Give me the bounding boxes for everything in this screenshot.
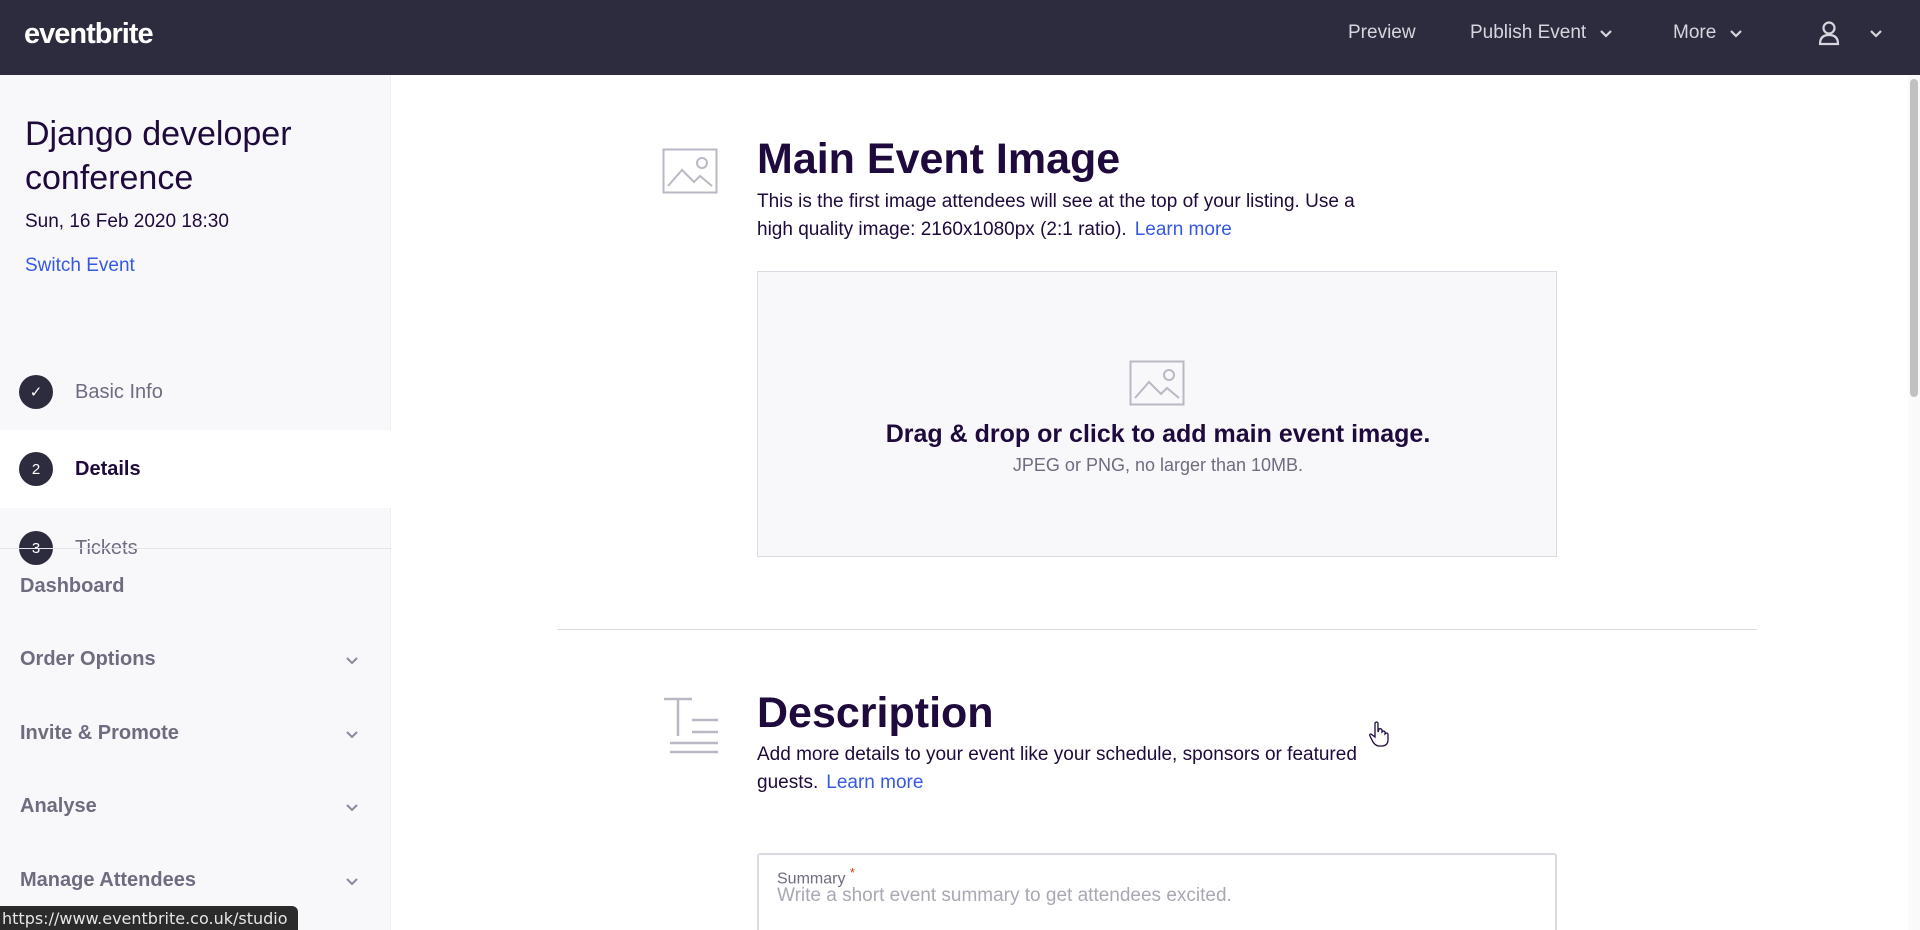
preview-button[interactable]: Preview <box>1348 22 1416 44</box>
chevron-down-icon <box>346 803 358 811</box>
sidebar-divider <box>0 548 391 549</box>
user-icon <box>1818 21 1840 46</box>
sidebar: Django developer conference Sun, 16 Feb … <box>0 75 391 930</box>
dropzone-subtitle: JPEG or PNG, no larger than 10MB. <box>1012 455 1304 475</box>
image-dropzone[interactable]: Drag & drop or click to add main event i… <box>757 271 1557 557</box>
step-label: Details <box>75 457 141 480</box>
chevron-down-icon <box>1870 30 1882 38</box>
image-icon <box>1129 360 1185 406</box>
description-text: This is the first image attendees will s… <box>757 191 1355 240</box>
main-event-image-description: This is the first image attendees will s… <box>757 188 1377 244</box>
event-date: Sun, 16 Feb 2020 18:30 <box>25 211 229 232</box>
sidebar-item-label: Dashboard <box>20 575 125 597</box>
step-details[interactable]: 2 Details <box>0 430 391 508</box>
status-bar-url: https://www.eventbrite.co.uk/studio <box>0 906 298 930</box>
description-title: Description <box>757 689 994 737</box>
chevron-down-icon <box>346 656 358 664</box>
chevron-down-icon <box>1730 30 1743 38</box>
publish-event-label: Publish Event <box>1470 22 1587 43</box>
sidebar-item-analyse[interactable]: Analyse <box>20 795 360 818</box>
section-divider <box>557 629 1757 630</box>
chevron-down-icon <box>346 730 358 738</box>
more-label: More <box>1673 22 1717 43</box>
switch-event-link[interactable]: Switch Event <box>25 255 135 277</box>
step-number: 2 <box>19 452 53 486</box>
eventbrite-logo[interactable]: eventbrite <box>24 18 154 51</box>
sidebar-item-manage-attendees[interactable]: Manage Attendees <box>20 869 360 892</box>
chevron-down-icon <box>1600 30 1612 38</box>
sidebar-item-dashboard[interactable]: Dashboard <box>20 575 360 598</box>
text-format-icon <box>664 697 718 754</box>
summary-input[interactable] <box>777 885 1537 907</box>
more-dropdown[interactable]: More <box>1673 22 1744 44</box>
sidebar-item-label: Manage Attendees <box>20 869 196 891</box>
page-scrollbar[interactable] <box>1908 75 1920 930</box>
step-check-icon: ✓ <box>19 375 53 409</box>
preview-label: Preview <box>1348 22 1416 43</box>
user-menu-button[interactable] <box>1818 20 1884 46</box>
sidebar-item-invite-promote[interactable]: Invite & Promote <box>20 722 360 745</box>
top-navigation-bar: eventbrite Preview Publish Event More <box>0 0 1920 75</box>
sidebar-item-label: Analyse <box>20 795 97 817</box>
sidebar-item-order-options[interactable]: Order Options <box>20 648 360 671</box>
chevron-down-icon <box>346 877 358 885</box>
scrollbar-thumb[interactable] <box>1910 79 1918 397</box>
event-title: Django developer conference <box>25 115 292 197</box>
required-marker: * <box>849 865 855 880</box>
description-section-description: Add more details to your event like your… <box>757 741 1377 797</box>
learn-more-link[interactable]: Learn more <box>826 772 923 793</box>
step-basic-info[interactable]: ✓ Basic Info <box>0 353 391 431</box>
step-label: Basic Info <box>75 380 163 403</box>
dropzone-title: Drag & drop or click to add main event i… <box>885 420 1431 448</box>
image-icon <box>662 148 718 194</box>
hand-pointer-icon <box>1369 721 1389 747</box>
sidebar-item-label: Order Options <box>20 648 156 670</box>
summary-field[interactable]: Summary * <box>757 853 1557 930</box>
publish-event-dropdown[interactable]: Publish Event <box>1470 22 1614 44</box>
main-event-image-title: Main Event Image <box>757 135 1121 183</box>
learn-more-link[interactable]: Learn more <box>1135 219 1232 240</box>
sidebar-item-label: Invite & Promote <box>20 722 179 744</box>
